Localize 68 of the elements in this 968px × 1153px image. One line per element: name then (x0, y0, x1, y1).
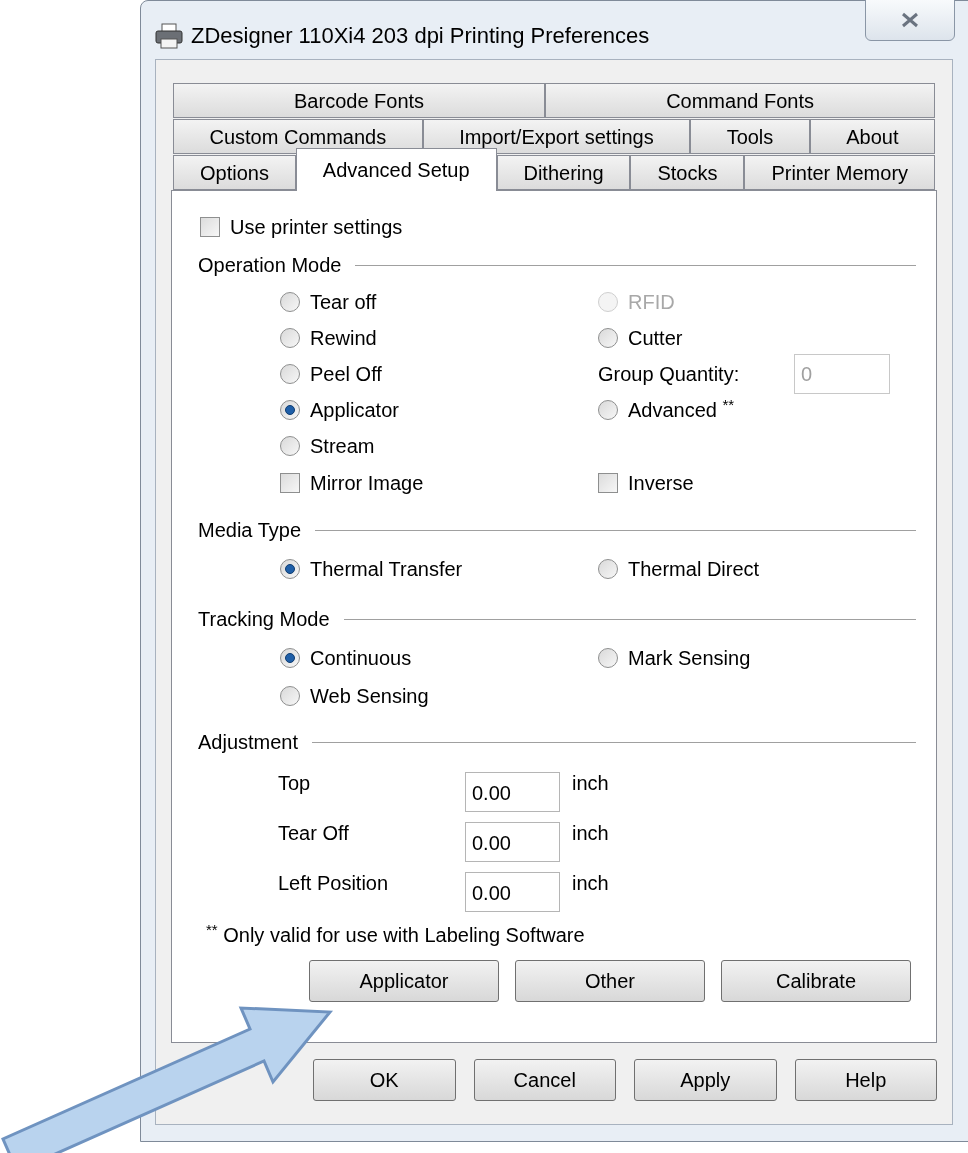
tab[interactable]: Printer Memory (744, 155, 936, 190)
adjustment-label: Left Position (278, 871, 390, 896)
radio-label: Mark Sensing (628, 646, 751, 671)
dialog-button[interactable]: Apply (634, 1059, 777, 1101)
radio-label: Rewind (310, 326, 377, 351)
dialog-button[interactable]: OK (313, 1059, 456, 1101)
group-title: Tracking Mode (198, 607, 330, 632)
radio-label: Stream (310, 434, 375, 459)
radio-label: Applicator (310, 398, 399, 423)
tab[interactable]: Options (173, 155, 296, 190)
radio-label: Thermal Transfer (310, 557, 463, 582)
radio-button[interactable] (598, 400, 618, 420)
checkbox[interactable] (598, 473, 618, 493)
radio-button[interactable] (598, 328, 618, 348)
unit-label: inch (572, 871, 609, 896)
radio-button[interactable] (280, 292, 300, 312)
checkbox-label: Inverse (628, 471, 694, 496)
dialog-button[interactable]: Cancel (473, 1059, 616, 1101)
adjustment-field[interactable]: 0.00 (465, 772, 560, 812)
panel-button[interactable]: Applicator (309, 960, 499, 1002)
radio-label: Peel Off (310, 362, 382, 387)
adjustment-field[interactable]: 0.00 (465, 822, 560, 862)
checkbox-label: Mirror Image (310, 471, 424, 496)
group-title: Media Type (198, 518, 302, 543)
close-icon (899, 12, 921, 28)
unit-label: inch (572, 771, 609, 796)
group-title: Adjustment (198, 730, 299, 755)
radio-button[interactable] (280, 686, 300, 706)
tab[interactable]: Command Fonts (545, 83, 935, 118)
unit-label: inch (572, 821, 609, 846)
radio-label: Web Sensing (310, 684, 429, 709)
radio-label: Continuous (310, 646, 412, 671)
adjustment-label: Tear Off (278, 821, 350, 846)
printer-icon (155, 23, 183, 49)
radio-label: Tear off (310, 290, 377, 315)
tab[interactable]: Dithering (496, 155, 631, 190)
tab[interactable]: Tools (690, 119, 810, 154)
radio-label: Cutter (628, 326, 683, 351)
panel-button[interactable]: Other (515, 960, 705, 1002)
radio-button[interactable] (280, 648, 300, 668)
radio-button[interactable] (280, 400, 300, 420)
checkbox-label: Use printer settings (230, 215, 403, 240)
tab[interactable]: Stocks (630, 155, 745, 190)
tab[interactable]: Custom Commands (173, 119, 423, 154)
close-button[interactable] (865, 0, 955, 41)
radio-button[interactable] (280, 364, 300, 384)
tab[interactable]: About (809, 119, 936, 154)
dialog-button[interactable]: Help (794, 1059, 937, 1101)
footnote: $^{**}$ Only valid for use with Labeling Software (206, 920, 586, 948)
tab[interactable]: Import/Export settings (422, 119, 691, 154)
radio-label: Advanced $^{**}$ (628, 395, 735, 423)
tab[interactable]: Barcode Fonts (173, 83, 546, 118)
checkbox[interactable] (200, 217, 220, 237)
radio-label: Thermal Direct (628, 557, 760, 582)
group-title: Operation Mode (198, 253, 342, 278)
adjustment-label: Top (278, 771, 312, 796)
radio-label: RFID (628, 290, 675, 315)
radio-button[interactable] (280, 436, 300, 456)
radio-button[interactable] (280, 328, 300, 348)
radio-button[interactable] (280, 559, 300, 579)
adjustment-field[interactable]: 0.00 (465, 872, 560, 912)
radio-button[interactable] (598, 648, 618, 668)
radio-button[interactable] (598, 559, 618, 579)
checkbox[interactable] (280, 473, 300, 493)
field-label: Group Quantity: (598, 362, 741, 387)
window-title: ZDesigner 110Xi4 203 dpi Printing Preferences (191, 22, 650, 50)
panel-button[interactable]: Calibrate (721, 960, 911, 1002)
tab[interactable]: Advanced Setup (295, 148, 497, 191)
